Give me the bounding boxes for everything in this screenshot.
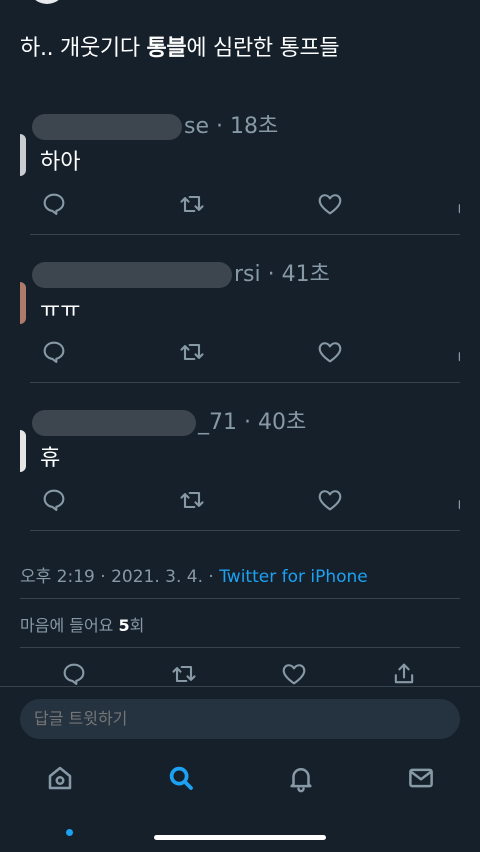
reply-time: 41초	[281, 262, 330, 287]
divider	[30, 530, 460, 531]
reply-handle: rsi	[234, 262, 261, 287]
reply-item[interactable]: _71 · 40초 휴	[20, 396, 460, 531]
like-icon[interactable]	[316, 486, 344, 514]
likes-unit: 회	[129, 616, 145, 635]
tweet-date: 2021. 3. 4.	[111, 567, 203, 587]
like-icon[interactable]	[316, 338, 344, 366]
home-icon[interactable]	[45, 763, 75, 793]
reply-avatar[interactable]	[20, 134, 26, 176]
tweet-actions	[60, 660, 440, 688]
tweet-text-bold: 통블	[146, 36, 187, 61]
reply-text: ㅠㅠ	[40, 298, 81, 323]
reply-text: 하아	[40, 150, 81, 175]
author-avatar[interactable]	[28, 0, 66, 4]
reply-actions	[40, 486, 460, 516]
retweet-icon[interactable]	[178, 338, 206, 366]
redacted-handle	[32, 114, 182, 140]
redacted-handle	[32, 410, 196, 436]
tweet-timestamp: 오후 2:19 · 2021. 3. 4. · Twitter for iPho…	[20, 567, 368, 587]
reply-meta: _71 · 40초	[32, 404, 306, 436]
notification-dot	[66, 829, 73, 836]
reply-icon[interactable]	[40, 338, 68, 366]
mail-icon[interactable]	[406, 763, 436, 793]
share-icon[interactable]	[454, 486, 460, 514]
divider	[20, 598, 460, 599]
like-icon[interactable]	[316, 190, 344, 218]
reply-input[interactable]	[20, 699, 460, 739]
reply-icon[interactable]	[60, 660, 88, 688]
bottom-bar	[0, 686, 480, 852]
reply-icon[interactable]	[40, 190, 68, 218]
tweet-time: 오후 2:19	[20, 567, 95, 587]
bell-icon[interactable]	[286, 763, 316, 793]
reply-item[interactable]: rsi · 41초 ㅠㅠ	[20, 248, 460, 383]
reply-avatar[interactable]	[20, 282, 26, 324]
tweet-text: 하.. 개웃기다 통블에 심란한 통프들	[20, 30, 340, 62]
divider	[20, 647, 460, 648]
reply-handle: _71	[198, 410, 237, 435]
search-icon[interactable]	[166, 763, 196, 793]
reply-handle: se	[184, 114, 209, 139]
share-icon[interactable]	[454, 190, 460, 218]
reply-icon[interactable]	[40, 486, 68, 514]
divider	[30, 234, 460, 235]
tweet-text-prefix: 하.. 개웃기다	[20, 36, 147, 61]
likes-count: 5	[118, 616, 130, 635]
reply-actions	[40, 338, 460, 368]
reply-meta: rsi · 41초	[32, 256, 330, 288]
retweet-icon[interactable]	[178, 486, 206, 514]
reply-text: 휴	[40, 446, 61, 471]
redacted-handle	[32, 262, 232, 288]
tweet-text-suffix: 에 심란한 통프들	[186, 36, 340, 61]
reply-avatar[interactable]	[20, 430, 26, 472]
share-icon[interactable]	[454, 338, 460, 366]
home-indicator	[154, 835, 326, 840]
retweet-icon[interactable]	[178, 190, 206, 218]
reply-meta: se · 18초	[32, 108, 278, 140]
share-icon[interactable]	[390, 660, 418, 688]
likes-label: 마음에 들어요	[20, 616, 114, 635]
reply-actions	[40, 190, 460, 220]
like-icon[interactable]	[280, 660, 308, 688]
divider	[30, 382, 460, 383]
likes-summary[interactable]: 마음에 들어요 5회	[20, 612, 144, 636]
tab-bar	[0, 755, 480, 836]
tweet-source-link[interactable]: Twitter for iPhone	[219, 567, 368, 587]
reply-time: 18초	[229, 114, 279, 139]
reply-time: 40초	[257, 410, 307, 435]
reply-item[interactable]: se · 18초 하아	[20, 100, 460, 235]
retweet-icon[interactable]	[170, 660, 198, 688]
